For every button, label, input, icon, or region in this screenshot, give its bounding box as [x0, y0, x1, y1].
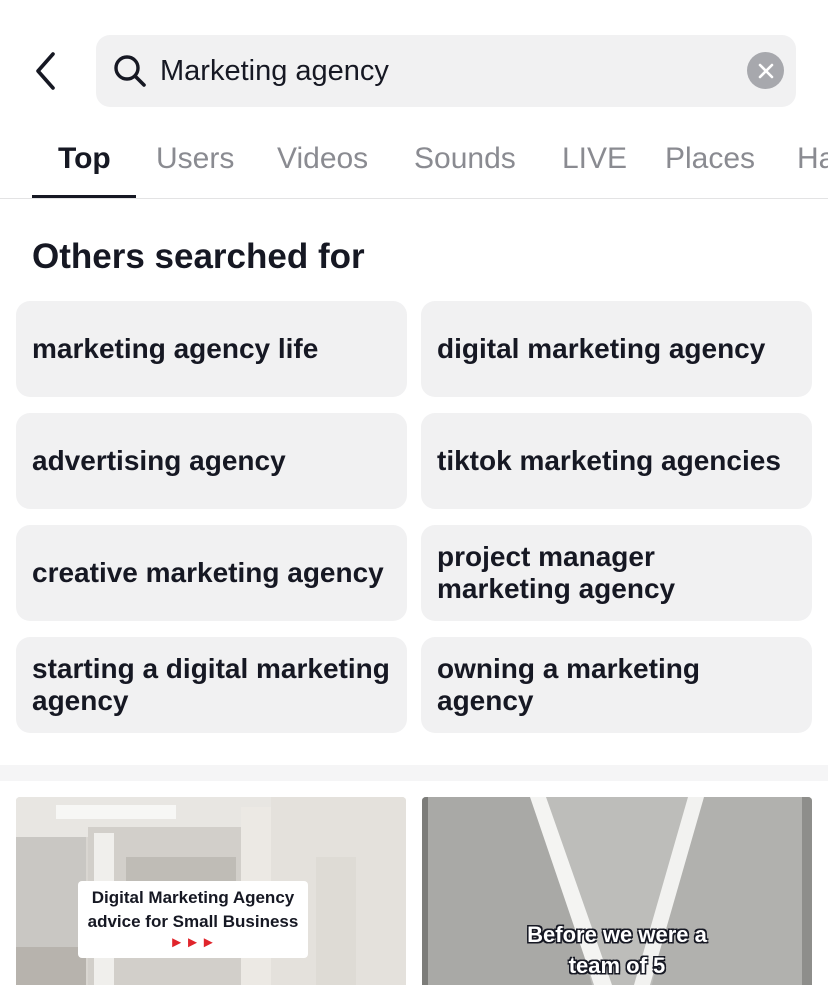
video-caption-box: Digital Marketing Agency advice for Smal… [78, 881, 308, 958]
video-caption-line: Digital Marketing Agency [91, 888, 295, 907]
tab-videos[interactable]: Videos [277, 141, 368, 177]
suggestion-chip[interactable]: project manager marketing agency [421, 525, 812, 621]
search-icon [114, 55, 146, 87]
suggestion-label: advertising agency [32, 445, 286, 476]
tabs-divider [0, 198, 828, 199]
search-query-text: Marketing agency [160, 55, 389, 87]
suggestion-label: owning a marketing agency [437, 653, 700, 716]
suggestion-label: creative marketing agency [32, 557, 384, 588]
chevron-left-icon [36, 52, 55, 90]
suggestion-label: marketing agency life [32, 333, 319, 364]
clear-x-icon [758, 63, 773, 78]
back-button[interactable] [26, 51, 66, 91]
suggestion-chip[interactable]: owning a marketing agency [421, 637, 812, 733]
suggestion-label: tiktok marketing agencies [437, 445, 781, 476]
section-divider [0, 765, 828, 781]
video-thumbnail[interactable]: Digital Marketing Agency advice for Smal… [16, 797, 406, 985]
clear-search-button[interactable] [747, 52, 784, 89]
suggestion-chip[interactable]: starting a digital marketing agency [16, 637, 407, 733]
video-thumbnail[interactable]: Before we were a team of 5 [422, 797, 812, 985]
video-caption-line: team of 5 [568, 953, 666, 978]
search-header: Marketing agency [0, 35, 828, 107]
suggestion-chip[interactable]: tiktok marketing agencies [421, 413, 812, 509]
search-results-page: Marketing agency Top Users Videos Sounds… [0, 0, 828, 985]
suggestion-chip[interactable]: creative marketing agency [16, 525, 407, 621]
suggestion-chip[interactable]: digital marketing agency [421, 301, 812, 397]
suggestion-label: starting a digital marketing agency [32, 653, 390, 716]
suggestion-label: digital marketing agency [437, 333, 766, 364]
suggestion-label: project manager marketing agency [437, 541, 676, 604]
video-caption-line: advice for Small Business [87, 912, 299, 931]
video-caption-line: Before we were a [527, 922, 707, 947]
tab-hashtags[interactable]: Ha [797, 141, 828, 177]
tab-places[interactable]: Places [665, 141, 755, 177]
tab-live[interactable]: LIVE [562, 141, 627, 177]
others-searched-title: Others searched for [32, 237, 365, 276]
tab-top[interactable]: Top [58, 141, 111, 177]
result-tabs: Top Users Videos Sounds LIVE Places Ha [0, 125, 828, 199]
tab-users[interactable]: Users [156, 141, 234, 177]
search-input[interactable]: Marketing agency [96, 35, 796, 107]
tab-sounds[interactable]: Sounds [414, 141, 516, 177]
arrows-icon: ►►► [169, 934, 217, 951]
suggestion-chip[interactable]: marketing agency life [16, 301, 407, 397]
suggestion-chip[interactable]: advertising agency [16, 413, 407, 509]
